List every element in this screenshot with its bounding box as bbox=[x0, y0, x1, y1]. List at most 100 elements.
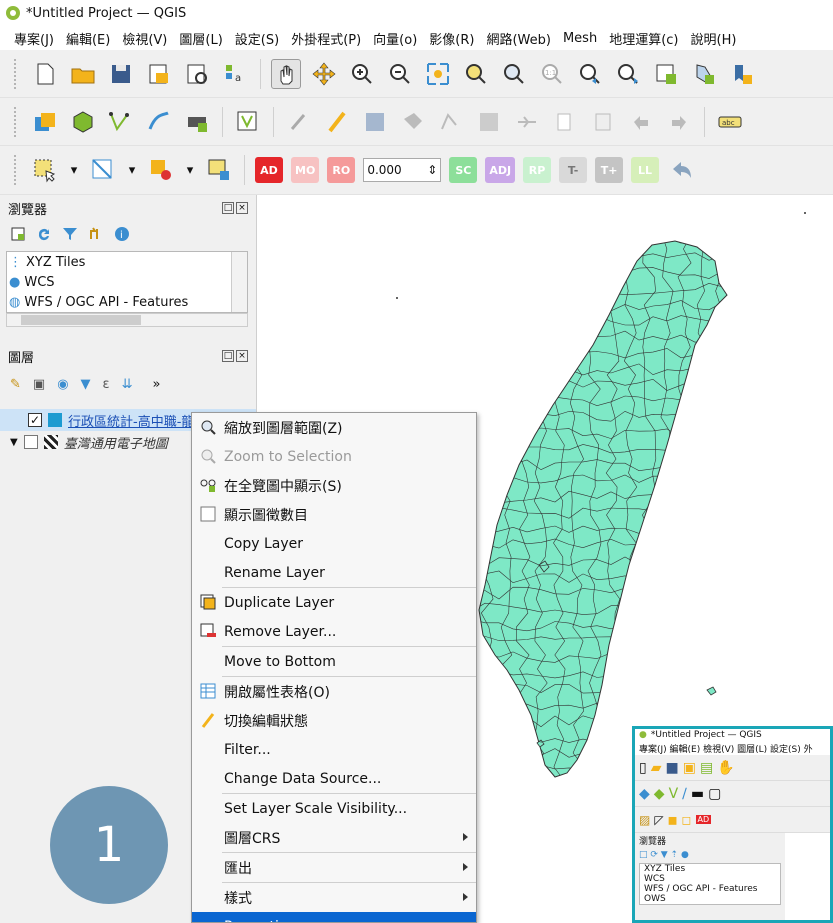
menu-item-4[interactable]: Copy Layer bbox=[192, 529, 476, 558]
menu-item-15[interactable]: Change Data Source... bbox=[192, 764, 476, 793]
close-panel-icon[interactable]: × bbox=[236, 202, 248, 214]
menu-item-10[interactable]: Move to Bottom bbox=[192, 647, 476, 676]
pan-map-icon[interactable] bbox=[271, 58, 301, 89]
chevron-down-icon[interactable]: ▾ bbox=[68, 155, 80, 185]
delete-selected-icon[interactable] bbox=[474, 107, 504, 137]
advanced-digitize-add-button[interactable]: AD bbox=[255, 157, 283, 183]
menu-item-5[interactable]: Rename Layer bbox=[192, 558, 476, 587]
data-source-manager-icon[interactable] bbox=[30, 107, 60, 137]
cut-features-icon[interactable] bbox=[512, 107, 542, 137]
zoom-out-icon[interactable] bbox=[385, 59, 415, 89]
toolbar-grip[interactable] bbox=[14, 106, 18, 137]
menu-edit[interactable]: 編輯(E) bbox=[60, 29, 116, 48]
info-icon[interactable]: i bbox=[114, 226, 130, 246]
new-print-layout-icon[interactable] bbox=[144, 59, 174, 89]
style-manager-icon[interactable]: a bbox=[220, 59, 250, 89]
deselect-icon[interactable] bbox=[88, 155, 118, 185]
open-project-icon[interactable] bbox=[68, 59, 98, 89]
menu-item-14[interactable]: Filter... bbox=[192, 735, 476, 764]
scrollbar-thumb[interactable] bbox=[21, 315, 141, 325]
digitize-icon[interactable] bbox=[436, 107, 466, 137]
menu-help[interactable]: 說明(H) bbox=[685, 29, 743, 48]
zoom-last-icon[interactable] bbox=[575, 59, 605, 89]
undo-arrow-icon[interactable] bbox=[667, 155, 697, 185]
add-delimited-text-icon[interactable] bbox=[182, 107, 212, 137]
paste-features-icon[interactable] bbox=[588, 107, 618, 137]
browser-vertical-scrollbar[interactable] bbox=[231, 252, 247, 312]
menu-item-0[interactable]: 縮放到圖層範圍(Z) bbox=[192, 413, 476, 442]
new-bookmark-icon[interactable] bbox=[689, 59, 719, 89]
collapse-all-icon[interactable] bbox=[88, 226, 104, 246]
tolerance-field[interactable]: 0.000 ⇕ bbox=[363, 158, 442, 182]
browser-item-wfs[interactable]: ◍ WFS / OGC API - Features bbox=[7, 292, 247, 312]
add-feature-icon[interactable] bbox=[398, 107, 428, 137]
zoom-in-icon[interactable] bbox=[347, 59, 377, 89]
layout-manager-icon[interactable] bbox=[182, 59, 212, 89]
menu-vector[interactable]: 向量(o) bbox=[367, 29, 423, 48]
advanced-digitize-scale-button[interactable]: SC bbox=[449, 157, 478, 183]
menu-item-20[interactable]: 匯出 bbox=[192, 853, 476, 882]
menu-item-2[interactable]: 在全覽圖中顯示(S) bbox=[192, 471, 476, 500]
toolbar-grip[interactable] bbox=[14, 155, 18, 185]
menu-layer[interactable]: 圖層(L) bbox=[173, 29, 228, 48]
add-group-icon[interactable]: ▣ bbox=[33, 377, 45, 392]
toolbar-grip[interactable] bbox=[14, 58, 18, 89]
layer-checkbox[interactable]: ✓ bbox=[28, 413, 42, 427]
current-edits-icon[interactable] bbox=[284, 107, 314, 137]
menu-web[interactable]: 網路(Web) bbox=[480, 29, 557, 48]
close-panel-icon[interactable]: × bbox=[236, 350, 248, 362]
zoom-native-icon[interactable]: 1:1 bbox=[537, 59, 567, 89]
advanced-digitize-adjust-button[interactable]: ADJ bbox=[485, 157, 516, 183]
menu-mesh[interactable]: Mesh bbox=[557, 31, 603, 46]
filter-expression-icon[interactable]: ε bbox=[103, 377, 110, 392]
save-edits-icon[interactable] bbox=[360, 107, 390, 137]
advanced-digitize-move-button[interactable]: MO bbox=[291, 157, 320, 183]
float-panel-icon[interactable]: □ bbox=[222, 202, 234, 214]
zoom-to-selection-icon[interactable] bbox=[461, 59, 491, 89]
advanced-digitize-reproject-button[interactable]: RP bbox=[523, 157, 552, 183]
advanced-digitize-rotate-button[interactable]: RO bbox=[327, 157, 356, 183]
float-panel-icon[interactable]: □ bbox=[222, 350, 234, 362]
menu-raster[interactable]: 影像(R) bbox=[423, 29, 480, 48]
menu-item-7[interactable]: Duplicate Layer bbox=[192, 588, 476, 617]
menu-item-12[interactable]: 開啟屬性表格(O) bbox=[192, 677, 476, 706]
advanced-digitize-trim-plus-button[interactable]: T+ bbox=[595, 157, 624, 183]
toggle-editing-icon[interactable] bbox=[322, 107, 352, 137]
layer-checkbox[interactable] bbox=[23, 435, 38, 449]
show-bookmarks-icon[interactable] bbox=[727, 59, 757, 89]
manage-visibility-icon[interactable]: ◉ bbox=[57, 377, 68, 392]
add-selected-layers-icon[interactable] bbox=[10, 226, 26, 246]
menu-item-22[interactable]: 樣式 bbox=[192, 883, 476, 912]
save-project-icon[interactable] bbox=[106, 59, 136, 89]
select-features-icon[interactable] bbox=[30, 155, 60, 185]
menu-item-1[interactable]: Zoom to Selection bbox=[192, 442, 476, 471]
label-tool-icon[interactable]: abc bbox=[715, 107, 745, 137]
browser-item-xyz-tiles[interactable]: ⋮ XYZ Tiles bbox=[7, 252, 247, 272]
menu-item-8[interactable]: Remove Layer... bbox=[192, 617, 476, 646]
redo-icon[interactable] bbox=[664, 107, 694, 137]
menu-item-3[interactable]: 顯示圖徵數目 bbox=[192, 500, 476, 529]
expand-all-icon[interactable]: ⇊ bbox=[122, 377, 133, 392]
advanced-digitize-lock-button[interactable]: LL bbox=[631, 157, 660, 183]
menu-item-17[interactable]: Set Layer Scale Visibility... bbox=[192, 794, 476, 823]
select-all-icon[interactable] bbox=[204, 155, 234, 185]
new-geopackage-icon[interactable] bbox=[68, 107, 98, 137]
menu-item-13[interactable]: 切換編輯狀態 bbox=[192, 706, 476, 735]
browser-item-wcs[interactable]: ● WCS bbox=[7, 272, 247, 292]
spinner-icon[interactable]: ⇕ bbox=[427, 163, 437, 177]
filter-icon[interactable] bbox=[62, 226, 78, 246]
menu-plugins[interactable]: 外掛程式(P) bbox=[285, 29, 367, 48]
new-project-icon[interactable] bbox=[30, 59, 60, 89]
chevron-down-icon[interactable]: ▾ bbox=[126, 155, 138, 185]
filter-legend-icon[interactable]: ▼ bbox=[81, 377, 91, 392]
more-icon[interactable]: » bbox=[152, 377, 160, 392]
menu-item-23[interactable]: Properties... bbox=[192, 912, 476, 922]
advanced-digitize-trim-minus-button[interactable]: T- bbox=[559, 157, 588, 183]
browser-horizontal-scrollbar[interactable] bbox=[6, 313, 248, 327]
menu-processing[interactable]: 地理運算(c) bbox=[603, 29, 684, 48]
pan-to-selection-icon[interactable] bbox=[309, 59, 339, 89]
menu-view[interactable]: 檢視(V) bbox=[116, 29, 173, 48]
zoom-full-icon[interactable] bbox=[423, 59, 453, 89]
select-by-value-icon[interactable] bbox=[146, 155, 176, 185]
undo-icon[interactable] bbox=[626, 107, 656, 137]
